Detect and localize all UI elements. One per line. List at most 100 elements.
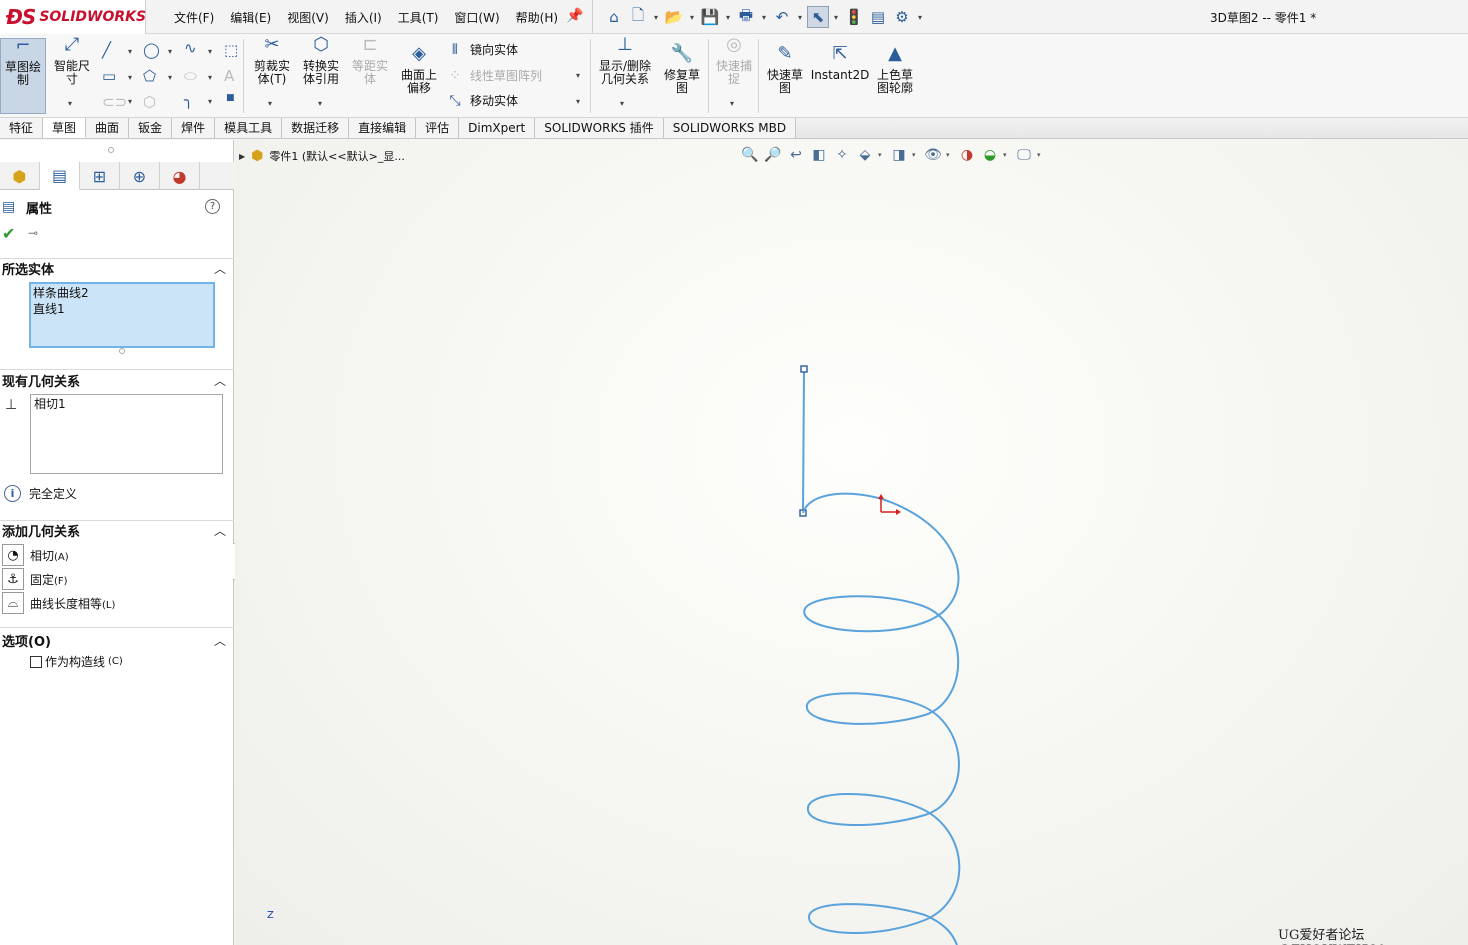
list-item[interactable]: 直线1: [33, 301, 211, 317]
print-icon[interactable]: 🖶: [735, 6, 757, 28]
options-dropdown-icon[interactable]: ▾: [915, 13, 925, 22]
rapid-sketch-button[interactable]: ✎ 快速草 图: [762, 45, 808, 95]
configurationmanager-tab[interactable]: ⊞: [80, 162, 120, 190]
convert-dropdown-icon[interactable]: ▾: [318, 99, 322, 108]
convert-entities-button[interactable]: ⬡ 转换实 体引用: [298, 36, 344, 86]
add-relation-equal-curve-length[interactable]: ⌓ 曲线长度相等(L): [2, 592, 115, 614]
print-dropdown-icon[interactable]: ▾: [759, 13, 769, 22]
collapse-chevron-icon[interactable]: ︿: [214, 632, 226, 649]
surface-offset-button[interactable]: ◈ 曲面上 偏移: [396, 45, 442, 95]
sketch-button[interactable]: ⌐ 草图绘 制: [0, 37, 46, 114]
fillet-dropdown-icon[interactable]: ▾: [208, 97, 212, 106]
menu-tools[interactable]: 工具(T): [390, 9, 447, 26]
save-icon[interactable]: 💾: [699, 6, 721, 28]
tab-sketch[interactable]: 草图: [43, 118, 87, 138]
offset-entities-button[interactable]: ⊏ 等距实 体: [348, 36, 392, 86]
selected-entities-section-header[interactable]: 所选实体 ︿: [0, 258, 234, 278]
quick-snaps-dropdown-icon[interactable]: ▾: [730, 99, 734, 108]
move-entities-button[interactable]: ⤡ 移动实体: [446, 92, 518, 109]
dimxpertmanager-tab[interactable]: ⊕: [120, 162, 160, 190]
instant2d-button[interactable]: ⇱ Instant2D: [811, 45, 870, 82]
line-dropdown-icon[interactable]: ▾: [128, 47, 132, 56]
hexagon-icon[interactable]: ⬡: [143, 93, 156, 111]
traffic-light-icon[interactable]: 🚦: [843, 6, 865, 28]
ellipse-dropdown-icon[interactable]: ▾: [208, 73, 212, 82]
tab-weldments[interactable]: 焊件: [172, 118, 216, 138]
new-document-icon[interactable]: 🗋: [627, 6, 649, 28]
list-item[interactable]: 样条曲线2: [33, 285, 211, 301]
show-delete-relations-button[interactable]: ⊥ 显示/删除 几何关系: [594, 36, 656, 86]
add-relations-section-header[interactable]: 添加几何关系 ︿: [0, 520, 234, 540]
tab-sheet-metal[interactable]: 钣金: [129, 118, 173, 138]
tab-surfaces[interactable]: 曲面: [86, 118, 130, 138]
existing-relations-section-header[interactable]: 现有几何关系 ︿: [0, 370, 234, 390]
spline-icon[interactable]: ∿: [184, 39, 197, 57]
linear-pattern-button[interactable]: ⁘ 线性草图阵列: [446, 67, 542, 84]
options-gear-icon[interactable]: ⚙: [891, 6, 913, 28]
tab-features[interactable]: 特征: [0, 118, 44, 138]
open-folder-icon[interactable]: 📂: [663, 6, 685, 28]
tab-solidworks-mbd[interactable]: SOLIDWORKS MBD: [663, 118, 797, 138]
circle-icon[interactable]: ◯: [143, 41, 160, 59]
select-dropdown-icon[interactable]: ▾: [831, 13, 841, 22]
rectangle-icon[interactable]: ▭: [102, 67, 116, 85]
list-item[interactable]: 相切1: [34, 396, 219, 412]
selected-entities-list[interactable]: 样条曲线2 直线1: [29, 282, 215, 348]
trim-dropdown-icon[interactable]: ▾: [268, 99, 272, 108]
pin-menu-icon[interactable]: 📌: [566, 8, 583, 24]
pattern-dropdown-icon[interactable]: ▾: [576, 71, 580, 80]
list-resize-handle[interactable]: [119, 348, 125, 354]
sketch-line[interactable]: [802, 368, 805, 514]
helix-spline-curve[interactable]: [802, 492, 961, 945]
keep-visible-pin-icon[interactable]: ⊸: [28, 226, 38, 240]
ok-check-icon[interactable]: ✔: [2, 224, 15, 243]
home-icon[interactable]: ⌂: [603, 6, 625, 28]
trim-entities-button[interactable]: ✂ 剪裁实 体(T): [250, 36, 294, 86]
slot-icon[interactable]: ⊂⊃: [102, 93, 127, 111]
propertymanager-tab[interactable]: ▤: [40, 162, 80, 190]
menu-view[interactable]: 视图(V): [279, 9, 337, 26]
add-relation-tangent[interactable]: ◔ 相切(A): [2, 544, 69, 566]
construction-geometry-icon[interactable]: ⬚: [224, 41, 238, 59]
undo-icon[interactable]: ↶: [771, 6, 793, 28]
repair-sketch-button[interactable]: 🔧 修复草 图: [660, 45, 704, 95]
slot-dropdown-icon[interactable]: ▾: [128, 97, 132, 106]
smart-dimension-dropdown-icon[interactable]: ▾: [68, 99, 72, 108]
open-dropdown-icon[interactable]: ▾: [687, 13, 697, 22]
quick-snaps-button[interactable]: ◎ 快速捕 捉: [712, 36, 756, 86]
new-dropdown-icon[interactable]: ▾: [651, 13, 661, 22]
point-icon[interactable]: ■: [226, 93, 235, 103]
panel-grip-handle[interactable]: [108, 147, 114, 153]
tab-direct-editing[interactable]: 直接编辑: [349, 118, 417, 138]
existing-relations-list[interactable]: 相切1: [30, 394, 223, 474]
text-icon[interactable]: A: [224, 67, 234, 85]
collapse-chevron-icon[interactable]: ︿: [214, 372, 226, 389]
spline-dropdown-icon[interactable]: ▾: [208, 47, 212, 56]
save-dropdown-icon[interactable]: ▾: [723, 13, 733, 22]
options-section-header[interactable]: 选项(O) ︿: [0, 630, 234, 650]
select-arrow-icon[interactable]: ⬉: [807, 6, 829, 28]
tab-solidworks-addins[interactable]: SOLIDWORKS 插件: [535, 118, 664, 138]
circle-dropdown-icon[interactable]: ▾: [168, 47, 172, 56]
for-construction-checkbox[interactable]: [30, 655, 42, 668]
for-construction-option[interactable]: 作为构造线 (C): [30, 653, 123, 670]
menu-help[interactable]: 帮助(H): [508, 9, 566, 26]
tab-dimxpert[interactable]: DimXpert: [459, 118, 536, 138]
move-dropdown-icon[interactable]: ▾: [576, 97, 580, 106]
fillet-icon[interactable]: ╮: [184, 91, 193, 109]
menu-insert[interactable]: 插入(I): [337, 9, 390, 26]
rectangle-dropdown-icon[interactable]: ▾: [128, 73, 132, 82]
featuremanager-tree-tab[interactable]: ⬢: [0, 162, 40, 190]
displaymanager-tab[interactable]: ◕: [160, 162, 200, 190]
collapse-chevron-icon[interactable]: ︿: [214, 260, 226, 277]
file-properties-icon[interactable]: ▤: [867, 6, 889, 28]
menu-file[interactable]: 文件(F): [166, 9, 222, 26]
tab-data-migration[interactable]: 数据迁移: [282, 118, 350, 138]
line-endpoint[interactable]: [800, 365, 808, 373]
add-relation-fix[interactable]: ⚓ 固定(F): [2, 568, 68, 590]
tab-mold-tools[interactable]: 模具工具: [215, 118, 283, 138]
polygon-dropdown-icon[interactable]: ▾: [168, 73, 172, 82]
relations-dropdown-icon[interactable]: ▾: [620, 99, 624, 108]
graphics-area[interactable]: ▶ ⬢ 零件1 (默认<<默认>_显... 🔍 🔎 ↩ ◧ ✧ ⬙ ▾ ◨ ▾ 👁 ▾…: [235, 140, 1468, 945]
mirror-entities-button[interactable]: ⫴ 镜向实体: [446, 41, 518, 58]
